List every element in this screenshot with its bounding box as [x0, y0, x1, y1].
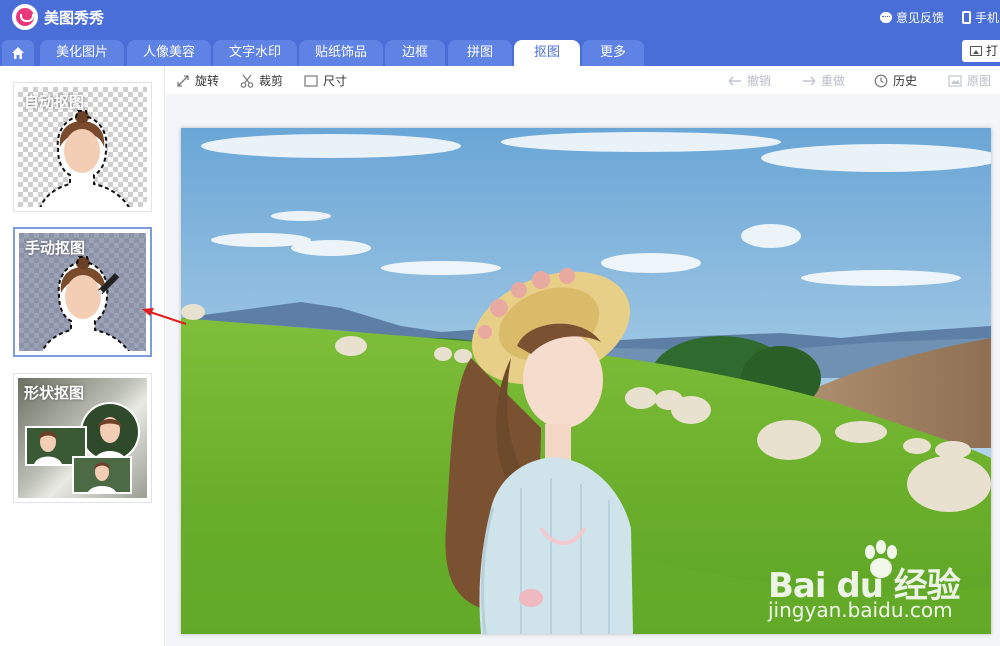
- original-image-label: 原图: [967, 74, 992, 88]
- phone-button[interactable]: 手机: [962, 9, 999, 26]
- rotate-button[interactable]: 旋转: [176, 72, 219, 89]
- undo-icon: [728, 76, 741, 85]
- tab-portrait[interactable]: 人像美容: [127, 40, 211, 66]
- history-button[interactable]: 历史: [874, 72, 917, 89]
- print-image-icon: [970, 46, 982, 56]
- feedback-label: 意见反馈: [896, 11, 945, 25]
- crop-label: 裁剪: [259, 74, 284, 88]
- main-tab-bar: 美化图片 人像美容 文字水印 贴纸饰品 边框 拼图 抠图 更多: [0, 36, 1000, 66]
- tab-stickers[interactable]: 贴纸饰品: [299, 40, 383, 66]
- tab-frame[interactable]: 边框: [385, 40, 445, 66]
- edit-toolbar: 旋转 裁剪 尺寸 撤销 重做 历史 原图: [166, 66, 1000, 94]
- phone-label: 手机: [975, 11, 1000, 25]
- auto-cutout-card[interactable]: 自动抠图: [13, 82, 152, 212]
- app-title: 美图秀秀: [44, 9, 105, 27]
- title-bar: 美图秀秀 意见反馈 手机: [0, 0, 1000, 36]
- original-image-button[interactable]: 原图: [948, 72, 991, 89]
- shape-cutout-label: 形状抠图: [24, 384, 85, 402]
- print-button[interactable]: 打: [962, 40, 1000, 62]
- baidu-jingyan-watermark: Bai du 经验 jingyan.baidu.com: [768, 540, 998, 630]
- undo-label: 撤销: [747, 74, 772, 88]
- redo-icon: [803, 76, 816, 85]
- manual-cutout-thumbnail: 手动抠图: [19, 233, 146, 351]
- home-icon: [12, 47, 24, 59]
- crop-button[interactable]: 裁剪: [240, 72, 283, 89]
- app-logo-icon: [12, 4, 38, 30]
- tab-more[interactable]: 更多: [582, 40, 644, 66]
- history-label: 历史: [893, 74, 918, 88]
- phone-icon: [962, 11, 971, 24]
- tab-home[interactable]: [2, 40, 34, 66]
- cutout-mode-panel: 自动抠图 手动抠图 形状抠图: [0, 66, 165, 646]
- tab-collage[interactable]: 拼图: [448, 40, 512, 66]
- shape-cutout-card[interactable]: 形状抠图: [13, 373, 152, 503]
- tab-text-watermark[interactable]: 文字水印: [213, 40, 297, 66]
- auto-cutout-thumbnail: 自动抠图: [18, 87, 147, 207]
- auto-cutout-label: 自动抠图: [24, 93, 85, 111]
- baidu-paw-icon: [865, 540, 897, 578]
- tab-beautify[interactable]: 美化图片: [40, 40, 124, 66]
- size-button[interactable]: 尺寸: [304, 72, 347, 89]
- manual-cutout-card[interactable]: 手动抠图: [13, 227, 152, 357]
- tab-cutout[interactable]: 抠图: [514, 40, 580, 66]
- size-icon: [304, 74, 318, 87]
- scissors-icon: [240, 74, 254, 88]
- size-label: 尺寸: [323, 74, 348, 88]
- meitu-app-window: 美图秀秀 意见反馈 手机 美化图片 人像美容 文字水印 贴纸饰品 边框 拼图 抠…: [0, 0, 1000, 646]
- original-image-icon: [948, 74, 962, 87]
- redo-label: 重做: [821, 74, 846, 88]
- feedback-button[interactable]: 意见反馈: [880, 9, 944, 26]
- manual-cutout-label: 手动抠图: [25, 239, 86, 257]
- shape-cutout-thumbnail: 形状抠图: [18, 378, 147, 498]
- watermark-url: jingyan.baidu.com: [768, 598, 953, 622]
- rotate-label: 旋转: [195, 74, 220, 88]
- print-label: 打: [986, 44, 999, 58]
- annotation-arrow-icon: [142, 308, 187, 326]
- redo-button[interactable]: 重做: [802, 72, 845, 89]
- undo-button[interactable]: 撤销: [728, 72, 771, 89]
- chat-icon: [880, 12, 892, 23]
- history-icon: [874, 74, 888, 87]
- rotate-icon: [177, 74, 189, 87]
